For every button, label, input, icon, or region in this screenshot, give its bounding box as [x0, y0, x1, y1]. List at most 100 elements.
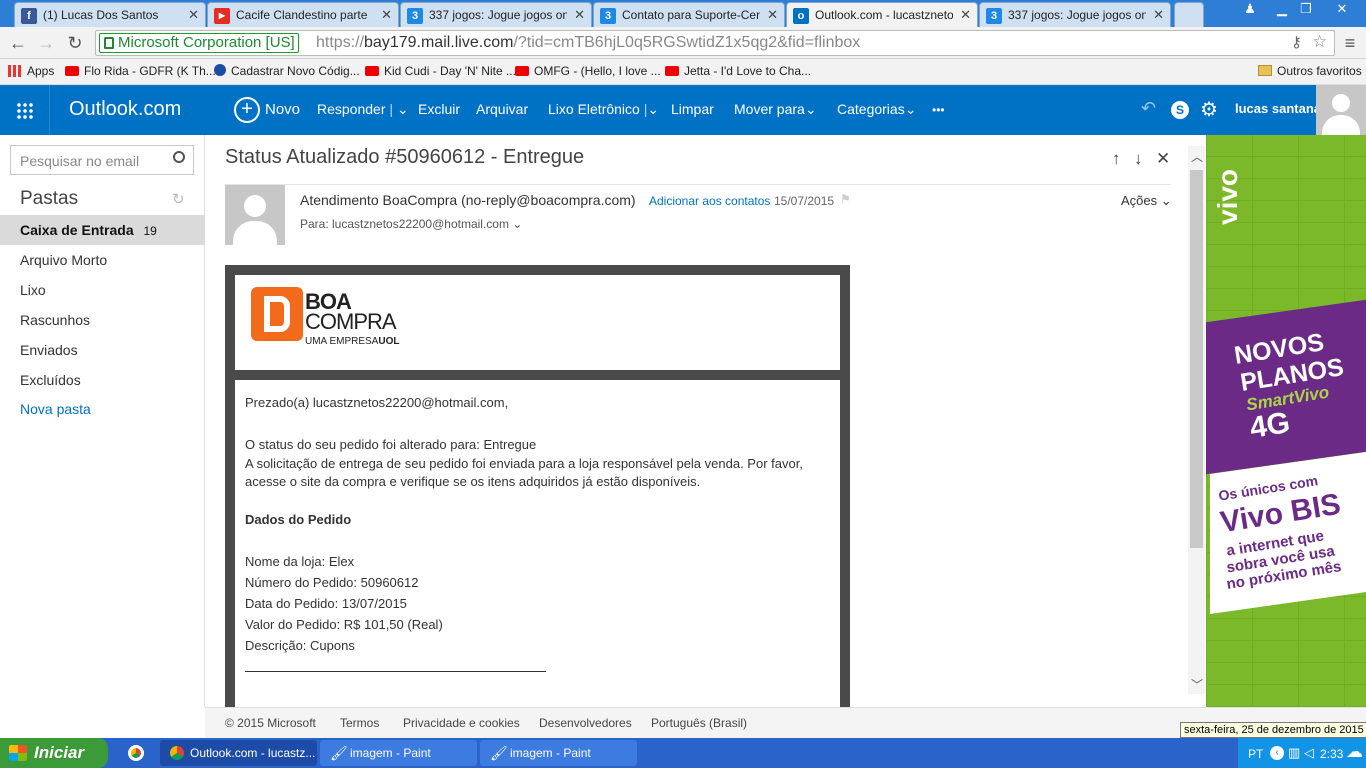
- folder-archive[interactable]: Arquivo Morto: [0, 245, 205, 275]
- weather-icon[interactable]: ☁: [1346, 742, 1363, 762]
- arrow-up-icon[interactable]: ↑: [1112, 149, 1121, 169]
- paint-icon: 🖌: [490, 745, 508, 761]
- tab-jogos-2[interactable]: 3 337 jogos: Jogue jogos online ✕: [979, 2, 1171, 27]
- gear-icon[interactable]: ⚙: [1200, 97, 1218, 122]
- move-to-button[interactable]: Mover para⌄: [734, 101, 817, 118]
- tab-outlook[interactable]: o Outlook.com - lucastznetos22 ✕: [786, 2, 978, 27]
- bookmark-other-folder[interactable]: Outros favoritos: [1258, 64, 1362, 78]
- chrome-quicklaunch-icon[interactable]: [128, 745, 144, 761]
- chevron-down-icon: ⌄: [1160, 193, 1172, 208]
- jogos-icon: 3: [986, 8, 1002, 24]
- star-icon[interactable]: ☆: [1312, 32, 1327, 52]
- add-contact-link[interactable]: Adicionar aos contatos: [649, 194, 770, 208]
- tab-facebook[interactable]: f (1) Lucas Dos Santos ✕: [14, 2, 206, 27]
- back-icon[interactable]: ←: [6, 31, 30, 55]
- avatar[interactable]: [1316, 85, 1366, 135]
- folder-drafts[interactable]: Rascunhos: [0, 305, 205, 335]
- scroll-down-icon[interactable]: ﹀: [1191, 676, 1203, 693]
- categories-button[interactable]: Categorias⌄: [837, 101, 916, 118]
- key-icon[interactable]: ⚷: [1291, 33, 1302, 51]
- reload-icon[interactable]: ↻: [63, 31, 87, 55]
- folder-sent[interactable]: Enviados: [0, 335, 205, 365]
- junk-button[interactable]: Lixo Eletrônico |⌄: [548, 101, 659, 118]
- tab-suporte[interactable]: 3 Contato para Suporte-Centra ✕: [593, 2, 785, 27]
- move-label: Mover para: [734, 101, 805, 117]
- scroll-up-icon[interactable]: ︿: [1191, 148, 1203, 165]
- minimize-icon[interactable]: ▁: [1270, 0, 1294, 20]
- taskbar-label: Outlook.com - lucastz...: [190, 746, 316, 760]
- arrow-down-icon[interactable]: ↓: [1134, 149, 1143, 169]
- language-link[interactable]: Português (Brasil): [651, 716, 747, 730]
- network-icon[interactable]: ▥: [1288, 745, 1300, 761]
- bookmark-item[interactable]: OMFG - (Hello, I love ...: [515, 64, 661, 78]
- avatar-head: [244, 195, 266, 217]
- archive-button[interactable]: Arquivar: [476, 101, 528, 117]
- terms-link[interactable]: Termos: [340, 716, 379, 730]
- bookmark-item[interactable]: Cadastrar Novo Códig...: [214, 64, 360, 78]
- tab-jogos[interactable]: 3 337 jogos: Jogue jogos online ✕: [400, 2, 592, 27]
- recipient-line[interactable]: Para: lucastznetos22200@hotmail.com ⌄: [300, 217, 522, 231]
- outlook-brand[interactable]: Outlook.com: [69, 98, 181, 121]
- start-button[interactable]: Iniciar: [0, 738, 108, 768]
- language-indicator[interactable]: PT: [1248, 747, 1263, 761]
- ev-certificate-badge[interactable]: Microsoft Corporation [US]: [99, 33, 299, 53]
- close-icon[interactable]: ✕: [767, 7, 778, 23]
- restore-icon[interactable]: ❐: [1294, 0, 1318, 20]
- close-icon[interactable]: ✕: [574, 7, 585, 23]
- undo-icon[interactable]: ↶: [1141, 98, 1156, 119]
- close-icon[interactable]: ✕: [188, 7, 199, 23]
- search-icon[interactable]: [173, 151, 185, 163]
- scroll-thumb[interactable]: [1190, 170, 1203, 548]
- taskbar-item-paint[interactable]: 🖌 imagem - Paint: [320, 740, 477, 766]
- bookmark-item[interactable]: Kid Cudi - Day 'N' Nite ...: [365, 64, 516, 78]
- new-button[interactable]: Novo: [265, 101, 300, 118]
- more-actions-button[interactable]: •••: [932, 103, 945, 117]
- bookmark-item[interactable]: Jetta - I'd Love to Cha...: [665, 64, 811, 78]
- date-tooltip: sexta-feira, 25 de dezembro de 2015: [1180, 722, 1366, 738]
- user-icon[interactable]: ♟: [1238, 0, 1262, 20]
- clock[interactable]: 2:33: [1320, 747, 1343, 761]
- close-icon[interactable]: ✕: [1156, 149, 1170, 169]
- folder-deleted[interactable]: Excluídos: [0, 365, 205, 395]
- bookmark-apps[interactable]: Apps: [8, 64, 54, 78]
- plus-icon[interactable]: +: [234, 97, 260, 123]
- actions-menu[interactable]: Ações ⌄: [1121, 193, 1172, 209]
- skype-icon[interactable]: S: [1171, 101, 1189, 119]
- bookmark-item[interactable]: Flo Rida - GDFR (K Th...: [65, 64, 216, 78]
- delete-button[interactable]: Excluir: [418, 101, 460, 117]
- search-input[interactable]: Pesquisar no email: [10, 145, 194, 175]
- privacy-link[interactable]: Privacidade e cookies: [403, 716, 520, 730]
- taskbar-item-paint-2[interactable]: 🖌 imagem - Paint: [480, 740, 637, 766]
- new-folder-link[interactable]: Nova pasta: [0, 394, 205, 424]
- advertisement[interactable]: vivo NOVOS PLANOS SmartVivo 4G Os únicos…: [1206, 135, 1366, 707]
- tab-youtube[interactable]: ▶ Cacife Clandestino parte ✕: [207, 2, 399, 27]
- tab-label: Contato para Suporte-Centra: [622, 8, 760, 22]
- ev-label: Microsoft Corporation [US]: [118, 34, 295, 51]
- menu-icon[interactable]: ≡: [1338, 31, 1362, 55]
- reply-button[interactable]: Responder | ⌄: [317, 101, 409, 118]
- address-bar[interactable]: Microsoft Corporation [US] https://bay17…: [95, 30, 1335, 56]
- close-icon[interactable]: ✕: [1153, 7, 1164, 23]
- forward-icon[interactable]: →: [34, 31, 58, 55]
- sender[interactable]: Atendimento BoaCompra (no-reply@boacompr…: [300, 192, 636, 208]
- close-icon[interactable]: ✕: [381, 7, 392, 23]
- developers-link[interactable]: Desenvolvedores: [539, 716, 632, 730]
- app-launcher-button[interactable]: [0, 85, 50, 135]
- close-icon[interactable]: ✕: [960, 7, 971, 23]
- new-tab-button[interactable]: [1174, 2, 1204, 27]
- window-close-icon[interactable]: ✕: [1320, 0, 1364, 20]
- folder-junk[interactable]: Lixo: [0, 275, 205, 305]
- show-hidden-icons[interactable]: ‹: [1270, 746, 1284, 760]
- refresh-icon[interactable]: ↻: [172, 190, 185, 208]
- expand-icon[interactable]: ⌄: [512, 217, 522, 231]
- folder-inbox[interactable]: Caixa de Entrada 19: [0, 215, 205, 245]
- junk-label: Lixo Eletrônico: [548, 101, 640, 117]
- taskbar-item-outlook[interactable]: Outlook.com - lucastz...: [160, 740, 317, 766]
- bookmark-label: OMFG - (Hello, I love ...: [534, 64, 661, 78]
- user-name[interactable]: lucas santana: [1235, 101, 1321, 116]
- flag-icon[interactable]: ⚑: [840, 192, 851, 206]
- sweep-button[interactable]: Limpar: [671, 101, 714, 117]
- scrollbar[interactable]: ︿ ﹀: [1188, 146, 1205, 694]
- volume-icon[interactable]: ◁: [1304, 745, 1314, 761]
- url-text[interactable]: https://bay179.mail.live.com/?tid=cmTB6h…: [316, 34, 860, 52]
